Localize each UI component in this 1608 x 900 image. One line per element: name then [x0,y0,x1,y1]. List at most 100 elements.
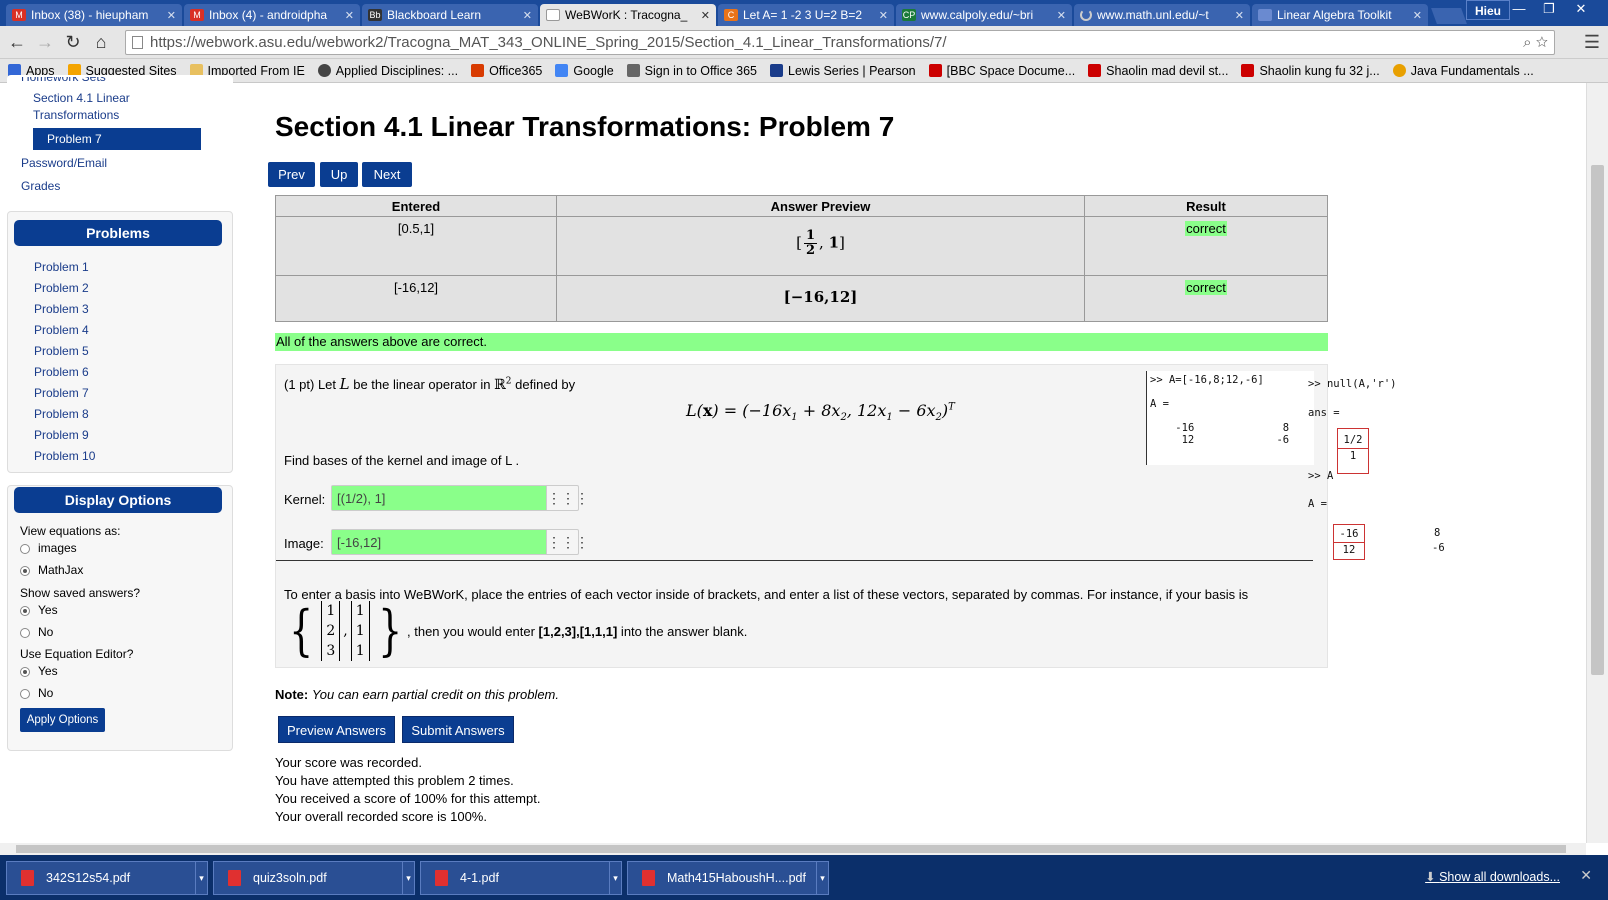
problem-link-4[interactable]: Problem 4 [34,323,89,337]
home-icon[interactable]: ⌂ [90,31,112,53]
download-item[interactable]: quiz3soln.pdf ▾ [213,860,415,895]
password-email-link[interactable]: Password/Email [21,156,107,170]
menu-icon[interactable]: ☰ [1584,32,1600,53]
browser-tab[interactable]: M Inbox (38) - hieupham ✕ [6,4,182,26]
saved-no-option[interactable]: No [20,625,53,639]
close-tab-icon[interactable]: ✕ [345,9,354,22]
close-tab-icon[interactable]: ✕ [1413,9,1422,22]
close-tab-icon[interactable]: ✕ [1057,9,1066,22]
prev-button[interactable]: Prev [268,162,315,187]
image-input[interactable] [332,530,546,554]
status-line: Your score was recorded. [275,755,422,770]
new-tab-button[interactable] [1431,8,1467,24]
minimize-icon[interactable]: — [1504,0,1534,20]
problem-link-8[interactable]: Problem 8 [34,407,89,421]
chevron-down-icon[interactable]: ▾ [195,861,207,894]
browser-tab[interactable]: Bb Blackboard Learn ✕ [362,4,538,26]
view-images-option[interactable]: images [20,541,77,555]
radio-icon[interactable] [20,627,30,638]
problem-link-3[interactable]: Problem 3 [34,302,89,316]
sidebar-nav-box: Homework Sets Section 4.1 Linear Transfo… [7,75,233,202]
chevron-down-icon[interactable]: ▾ [609,861,621,894]
browser-tab[interactable]: M Inbox (4) - androidpha ✕ [184,4,360,26]
sidebar: Homework Sets Section 4.1 Linear Transfo… [0,75,240,843]
horizontal-scrollbar[interactable] [0,843,1586,855]
problem-body: (1 pt) Let L be the linear operator in ℝ… [275,364,1328,668]
search-icon[interactable]: ⌕ [1523,34,1531,51]
header-entered: Entered [275,195,557,217]
problem-link-5[interactable]: Problem 5 [34,344,89,358]
youtube-icon [1088,64,1102,77]
editor-no-option[interactable]: No [20,686,53,700]
section-link[interactable]: Section 4.1 Linear Transformations [33,90,153,124]
bookmark-lewis-series[interactable]: Lewis Series | Pearson [770,64,916,78]
download-item[interactable]: 342S12s54.pdf ▾ [6,860,208,895]
star-icon[interactable]: ☆ [1536,34,1548,51]
back-icon[interactable]: ← [6,31,28,53]
bookmark-office365[interactable]: Office365 [471,64,542,78]
close-tab-icon[interactable]: ✕ [523,9,532,22]
close-tab-icon[interactable]: ✕ [701,9,710,22]
browser-tab-active[interactable]: WeBWorK : Tracogna_ ✕ [540,4,716,26]
radio-selected-icon[interactable] [20,605,30,616]
saved-yes-option[interactable]: Yes [20,603,58,617]
close-tab-icon[interactable]: ✕ [167,9,176,22]
bookmark-shaolin-kung-fu[interactable]: Shaolin kung fu 32 j... [1241,64,1380,78]
pdf-icon [21,869,34,886]
submit-answers-button[interactable]: Submit Answers [402,716,514,743]
page-icon [132,36,143,49]
current-problem-link[interactable]: Problem 7 [33,128,201,150]
next-button[interactable]: Next [362,162,412,187]
radio-icon[interactable] [20,543,30,554]
download-item[interactable]: 4-1.pdf ▾ [420,860,622,895]
scrollbar-thumb[interactable] [16,845,1566,853]
close-tab-icon[interactable]: ✕ [1235,9,1244,22]
address-bar[interactable]: https://webwork.asu.edu/webwork2/Tracogn… [125,30,1555,55]
view-mathjax-option[interactable]: MathJax [20,563,83,577]
chevron-down-icon[interactable]: ▾ [402,861,414,894]
problem-link-9[interactable]: Problem 9 [34,428,89,442]
forward-icon[interactable]: → [34,31,56,53]
radio-icon[interactable] [20,688,30,699]
scrollbar-thumb[interactable] [1591,165,1604,675]
problem-link-1[interactable]: Problem 1 [34,260,89,274]
chevron-down-icon[interactable]: ▾ [816,861,828,894]
radio-selected-icon[interactable] [20,565,30,576]
radio-selected-icon[interactable] [20,666,30,677]
grades-link[interactable]: Grades [21,179,60,193]
browser-tab[interactable]: www.math.unl.edu/~t ✕ [1074,4,1250,26]
editor-yes-option[interactable]: Yes [20,664,58,678]
bookmark-applied-disciplines[interactable]: Applied Disciplines: ... [317,64,458,78]
close-tab-icon[interactable]: ✕ [879,9,888,22]
up-button[interactable]: Up [320,162,358,187]
kernel-input[interactable] [332,486,546,510]
close-icon[interactable]: ✕ [1580,867,1592,884]
close-window-icon[interactable]: ✕ [1566,0,1596,20]
browser-tab[interactable]: CP www.calpoly.edu/~bri ✕ [896,4,1072,26]
show-all-downloads-link[interactable]: ⬇ Show all downloads... [1425,869,1560,884]
browser-tab[interactable]: Linear Algebra Toolkit ✕ [1252,4,1428,26]
header-answer-preview: Answer Preview [556,195,1085,217]
apply-options-button[interactable]: Apply Options [20,708,105,732]
homework-sets-link[interactable]: Homework Sets [21,77,106,84]
preview-answers-button[interactable]: Preview Answers [278,716,395,743]
bookmark-google[interactable]: Google [555,64,614,78]
equation-editor-icon[interactable]: ⋮⋮⋮ [546,486,589,510]
download-item[interactable]: Math415HaboushH....pdf ▾ [627,860,829,895]
problem-link-7[interactable]: Problem 7 [34,386,89,400]
bookmark-java-fundamentals[interactable]: Java Fundamentals ... [1392,64,1534,78]
bookmark-bbc-space[interactable]: [BBC Space Docume... [928,64,1075,78]
correct-badge: correct [1185,280,1227,295]
reload-icon[interactable]: ↻ [62,31,84,53]
bookmark-sign-in-office365[interactable]: Sign in to Office 365 [626,64,757,78]
problem-link-6[interactable]: Problem 6 [34,365,89,379]
vertical-scrollbar[interactable] [1586,83,1608,843]
image-answer-field: ⋮⋮⋮ [331,529,589,555]
equation-editor-icon[interactable]: ⋮⋮⋮ [546,530,589,554]
problem-link-10[interactable]: Problem 10 [34,449,95,463]
problem-link-2[interactable]: Problem 2 [34,281,89,295]
restore-icon[interactable]: ❐ [1534,0,1564,20]
bookmark-shaolin-mad-devil[interactable]: Shaolin mad devil st... [1088,64,1228,78]
browser-tab[interactable]: C Let A= 1 -2 3 U=2 B=2 ✕ [718,4,894,26]
main-content: Section 4.1 Linear Transformations: Prob… [240,83,1585,843]
